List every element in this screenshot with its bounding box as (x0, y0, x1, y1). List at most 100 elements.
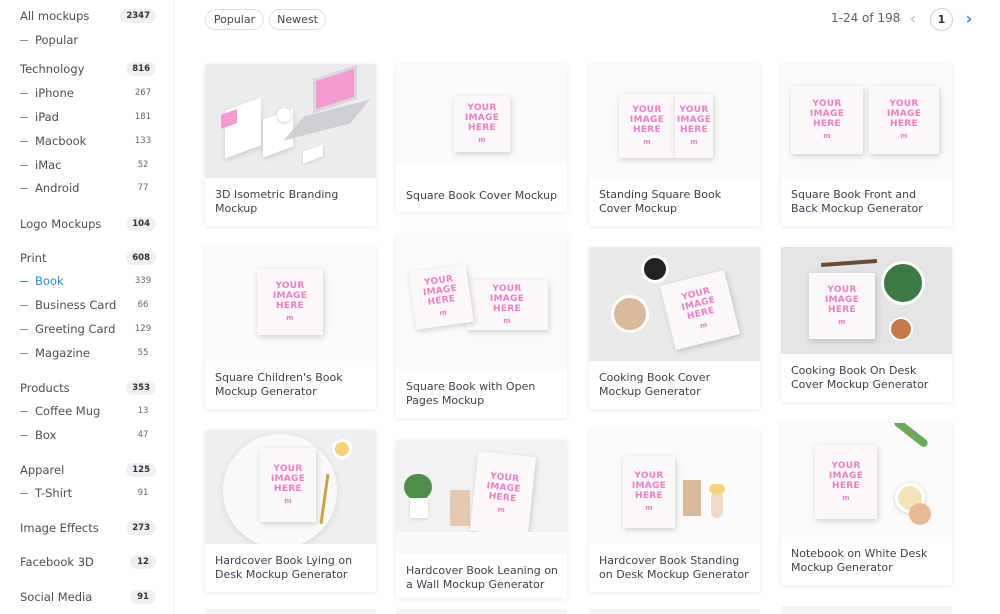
category-apparel[interactable]: Apparel 125 (20, 460, 156, 480)
subcategory-text: iPhone (35, 86, 74, 100)
mockup-title: Square Book with Open Pages Mockup (406, 380, 536, 407)
current-page[interactable]: 1 (930, 8, 953, 31)
prev-page-icon[interactable]: ‹ (905, 10, 921, 28)
mock-text: HERE (468, 123, 496, 133)
mockup-thumbnail: YOUR IMAGE HERE m YOUR IMAGE HERE m (396, 234, 567, 370)
coffee-cup-icon (641, 255, 669, 283)
category-facebook-3d[interactable]: Facebook 3D 12 (20, 552, 156, 572)
subcategory-count: 13 (137, 406, 149, 416)
category-print[interactable]: Print 608 (20, 248, 156, 268)
dash-icon (20, 116, 28, 118)
subcategory-popular[interactable]: Popular (20, 30, 156, 50)
mockup-thumbnail: YOUR IMAGE HERE m (781, 423, 952, 537)
mockup-card-partial[interactable] (781, 606, 952, 614)
subcategory-text: Macbook (35, 134, 87, 148)
subcategory-count: 55 (137, 348, 149, 358)
mock-mark: m (478, 136, 486, 144)
subcategory-macbook[interactable]: Macbook 133 (20, 131, 156, 151)
subcategory-imac[interactable]: iMac 52 (20, 155, 156, 175)
mock-mark: m (645, 504, 653, 512)
mockup-card-hardcover-lying[interactable]: YOUR IMAGE HERE m Hardcover Book Lying on D… (205, 430, 376, 592)
mock-mark: m (286, 314, 294, 322)
subcategory-count: 52 (137, 160, 149, 170)
mockup-card-notebook-white-desk[interactable]: YOUR IMAGE HERE m Notebook on White Desk Mo… (781, 423, 952, 585)
category-count: 91 (130, 590, 156, 604)
mockup-card-partial[interactable] (396, 609, 567, 614)
mock-mark: m (900, 132, 908, 140)
mockup-card-cooking-book-cover[interactable]: YOUR IMAGE HERE m Cooking Book Cover Mockup… (589, 247, 760, 409)
mockup-card-square-childrens-book[interactable]: YOUR IMAGE HERE m Square Children's Book Mo… (205, 247, 376, 409)
mockup-card-square-book-cover[interactable]: YOUR IMAGE HERE m Square Book Cover Mockup (396, 64, 567, 212)
category-all-mockups[interactable]: All mockups 2347 (20, 6, 156, 26)
mock-mark: m (497, 505, 506, 515)
category-label: Print (20, 251, 47, 265)
mock-mark: m (823, 132, 831, 140)
category-technology[interactable]: Technology 816 (20, 59, 156, 79)
subcategory-text: iMac (35, 158, 62, 172)
mug-icon (277, 108, 291, 122)
mock-text: IMAGE (676, 115, 712, 125)
subcategory-count: 91 (137, 488, 149, 498)
salad-bowl-icon (881, 261, 925, 305)
subcategory-magazine[interactable]: Magazine 55 (20, 343, 156, 363)
category-social-media[interactable]: Social Media 91 (20, 587, 156, 607)
category-image-effects[interactable]: Image Effects 273 (20, 518, 156, 538)
mock-text: YOUR (273, 464, 303, 474)
dash-icon (20, 92, 28, 94)
mock-text: YOUR (812, 99, 842, 109)
mockup-card-partial[interactable] (205, 609, 376, 614)
pot-icon (410, 498, 428, 518)
subcategory-business-card[interactable]: Business Card 66 (20, 295, 156, 315)
mock-text: IMAGE (270, 474, 306, 484)
next-page-icon[interactable]: › (961, 10, 977, 28)
category-count: 608 (126, 251, 156, 265)
book-cover-icon: YOUR IMAGE HERE m (469, 451, 537, 537)
subcategory-box[interactable]: Box 47 (20, 425, 156, 445)
subcategory-label: iPad (20, 110, 59, 124)
mockup-card-square-book-open-pages[interactable]: YOUR IMAGE HERE m YOUR IMAGE HERE m Square Boo… (396, 234, 567, 418)
book-cover-icon: YOUR IMAGE HERE m (257, 269, 323, 335)
dash-icon (20, 352, 28, 354)
mockup-card-cooking-book-on-desk[interactable]: YOUR IMAGE HERE m Cooking Book On Desk Cove… (781, 247, 952, 402)
mockup-thumbnail: YOUR IMAGE HERE m (589, 247, 760, 361)
dash-icon (20, 39, 28, 41)
mockup-thumbnail: YOUR IMAGE HERE m (396, 440, 567, 554)
mockup-thumbnail (205, 64, 376, 178)
category-label: Apparel (20, 463, 65, 477)
category-label: All mockups (20, 9, 90, 23)
dash-icon (20, 280, 28, 282)
category-logo-mockups[interactable]: Logo Mockups 104 (20, 214, 156, 234)
subcategory-t-shirt[interactable]: T-Shirt 91 (20, 483, 156, 503)
mockup-card-standing-square-book[interactable]: YOUR IMAGE HERE m YOUR IMAGE HERE m Standing S… (589, 64, 760, 226)
subcategory-greeting-card[interactable]: Greeting Card 129 (20, 319, 156, 339)
mockup-card-hardcover-standing[interactable]: YOUR IMAGE HERE m Hardcover Book Standing o… (589, 430, 760, 592)
mockup-title: Cooking Book On Desk Cover Mockup Genera… (791, 364, 929, 391)
sort-popular-button[interactable]: Popular (205, 9, 264, 30)
subcategory-text: Popular (35, 33, 79, 47)
mockup-card-3d-isometric-branding[interactable]: 3D Isometric Branding Mockup (205, 64, 376, 226)
mock-mark: m (284, 497, 292, 505)
category-label: Logo Mockups (20, 217, 102, 231)
sort-newest-button[interactable]: Newest (269, 9, 326, 30)
mock-text: IMAGE (629, 115, 665, 125)
category-label: Facebook 3D (20, 555, 94, 569)
mockup-title: Square Book Front and Back Mockup Genera… (791, 188, 923, 215)
subcategory-android[interactable]: Android 77 (20, 178, 156, 198)
cereal-bowl-icon (611, 295, 649, 333)
subcategory-text: Business Card (35, 298, 117, 312)
category-count: 816 (126, 62, 156, 76)
mockup-card-square-book-front-back[interactable]: YOUR IMAGE HERE m YOUR IMAGE HERE m Square Boo… (781, 64, 952, 226)
mockup-card-hardcover-leaning[interactable]: YOUR IMAGE HERE m Hardcover Book Leaning on… (396, 440, 567, 598)
subcategory-book[interactable]: Book 339 (20, 271, 156, 291)
mock-text: HERE (832, 481, 860, 491)
subcategory-label: iMac (20, 158, 62, 172)
mock-mark: m (643, 138, 651, 146)
subcategory-iphone[interactable]: iPhone 267 (20, 83, 156, 103)
mockup-card-partial[interactable] (589, 609, 760, 614)
mockup-title: Cooking Book Cover Mockup Generator (599, 371, 711, 398)
category-products[interactable]: Products 353 (20, 378, 156, 398)
mockup-thumbnail: YOUR IMAGE HERE m (781, 247, 952, 354)
subcategory-coffee-mug[interactable]: Coffee Mug 13 (20, 401, 156, 421)
subcategory-label: T-Shirt (20, 486, 72, 500)
subcategory-ipad[interactable]: iPad 181 (20, 107, 156, 127)
